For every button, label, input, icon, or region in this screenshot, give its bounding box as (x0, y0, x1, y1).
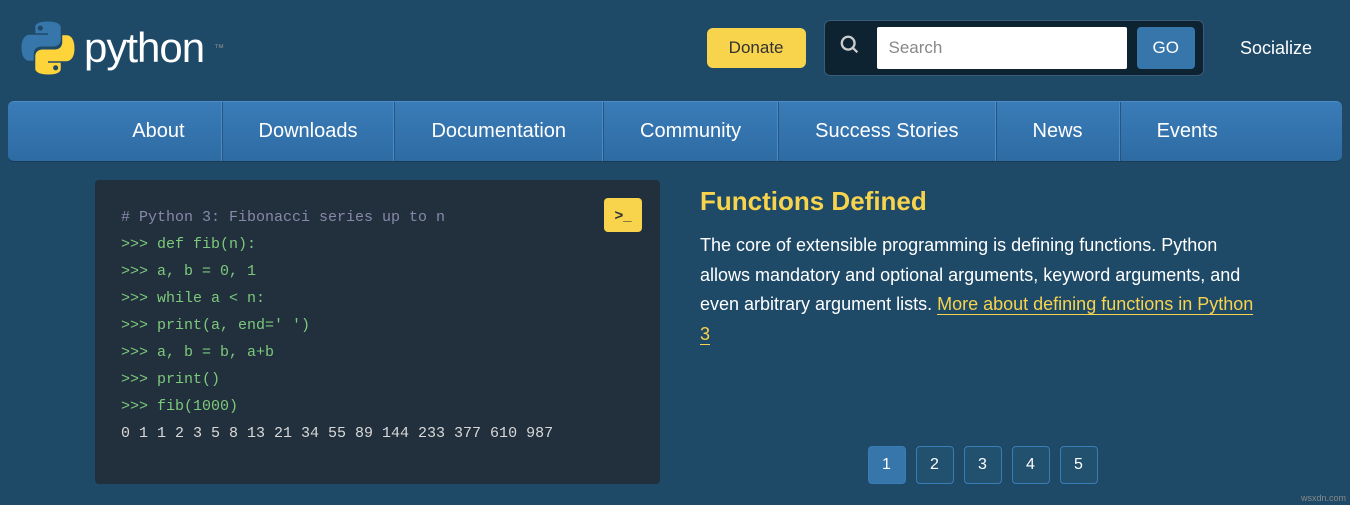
page-2-button[interactable]: 2 (916, 446, 954, 484)
logo[interactable]: python ™ (20, 20, 224, 76)
code-line: >>> print(a, end=' ') (121, 312, 634, 339)
go-button[interactable]: GO (1137, 27, 1195, 69)
nav-downloads[interactable]: Downloads (222, 102, 395, 161)
nav-news[interactable]: News (996, 102, 1120, 161)
code-line: >>> while a < n: (121, 285, 634, 312)
content: >_ # Python 3: Fibonacci series up to n … (0, 162, 1350, 484)
nav-events[interactable]: Events (1120, 102, 1254, 161)
code-line: >>> a, b = b, a+b (121, 339, 634, 366)
watermark: wsxdn.com (1301, 493, 1346, 503)
code-line: >>> a, b = 0, 1 (121, 258, 634, 285)
nav-about[interactable]: About (96, 102, 221, 161)
code-line: >>> fib(1000) (121, 393, 634, 420)
python-logo-icon (20, 20, 76, 76)
pagination: 1 2 3 4 5 (700, 446, 1265, 484)
code-line: >>> print() (121, 366, 634, 393)
page-4-button[interactable]: 4 (1012, 446, 1050, 484)
header: python ™ Donate GO Socialize (0, 0, 1350, 101)
page-3-button[interactable]: 3 (964, 446, 1002, 484)
page-5-button[interactable]: 5 (1060, 446, 1098, 484)
code-panel: >_ # Python 3: Fibonacci series up to n … (95, 180, 660, 484)
navbar: About Downloads Documentation Community … (8, 101, 1342, 162)
code-output: 0 1 1 2 3 5 8 13 21 34 55 89 144 233 377… (121, 420, 634, 447)
info-title: Functions Defined (700, 186, 1265, 217)
info-panel: Functions Defined The core of extensible… (700, 180, 1265, 484)
code-line: >>> def fib(n): (121, 231, 634, 258)
search-input[interactable] (877, 27, 1127, 69)
info-text: The core of extensible programming is de… (700, 231, 1265, 350)
nav-success-stories[interactable]: Success Stories (778, 102, 995, 161)
socialize-link[interactable]: Socialize (1222, 38, 1330, 59)
donate-button[interactable]: Donate (707, 28, 806, 68)
trademark: ™ (214, 43, 224, 54)
launch-shell-button[interactable]: >_ (604, 198, 642, 232)
header-right: Donate GO Socialize (707, 20, 1330, 76)
nav-documentation[interactable]: Documentation (394, 102, 603, 161)
nav-community[interactable]: Community (603, 102, 778, 161)
search-icon[interactable] (833, 34, 867, 62)
code-comment: # Python 3: Fibonacci series up to n (121, 204, 634, 231)
page-1-button[interactable]: 1 (868, 446, 906, 484)
search-wrap: GO (824, 20, 1204, 76)
brand-name: python (84, 24, 204, 72)
